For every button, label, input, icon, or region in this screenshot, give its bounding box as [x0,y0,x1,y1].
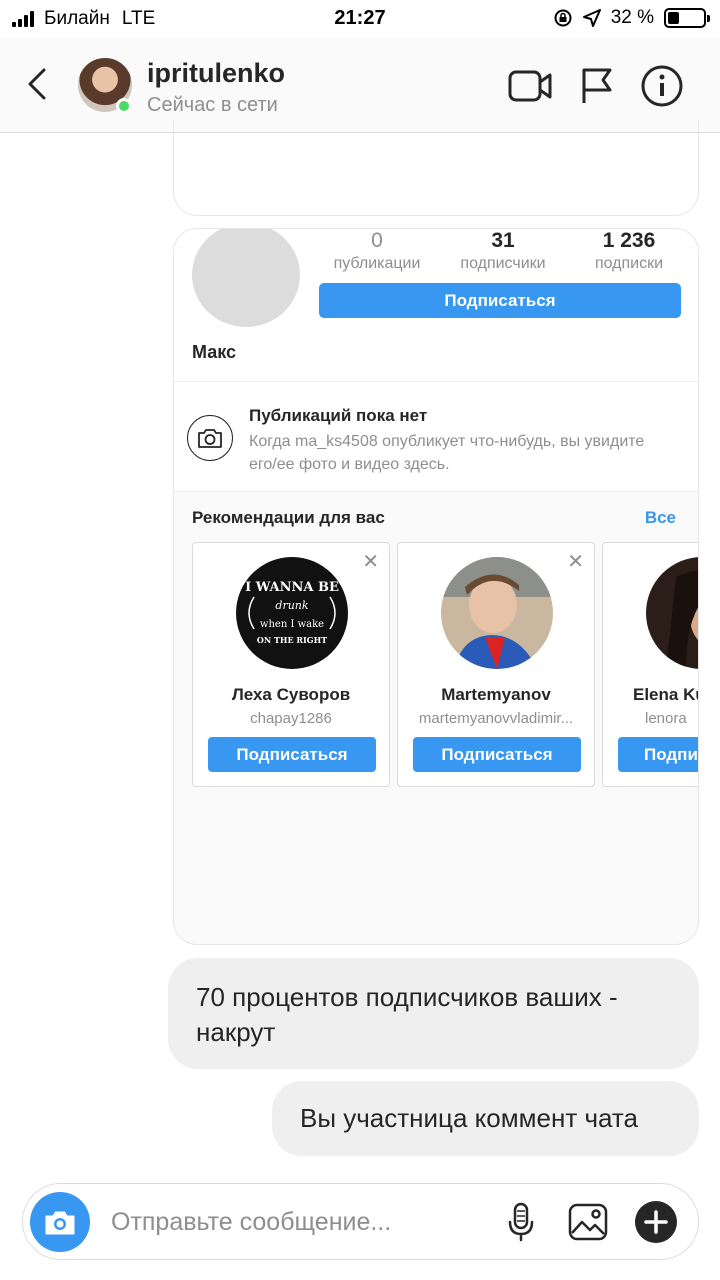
previous-shared-post[interactable] [173,120,699,216]
recommendations-title: Рекомендации для вас [192,508,385,527]
message-bubble[interactable]: Вы участница коммент чата [272,1081,699,1156]
no-posts-description: Когда ma_ks4508 опубликует что-нибудь, в… [249,433,645,473]
avatar-art-text: ON THE RIGHT [257,635,327,645]
follow-button[interactable]: Подписаться [319,283,681,318]
recommendation-handle: lenora [645,710,687,727]
online-indicator [116,98,132,114]
report-button[interactable] [574,66,618,106]
recommendation-avatar[interactable] [441,557,553,669]
stat-value: 1 236 [602,229,656,252]
rotation-lock-icon [554,9,572,27]
presence-status: Сейчас в сети [147,94,278,116]
gallery-icon [568,1203,608,1241]
voice-message-button[interactable] [497,1198,545,1246]
camera-outline-icon [187,415,233,461]
stat-value: 31 [491,229,515,252]
avatar-art-text: when I wake [260,619,324,630]
recommendation-follow-button[interactable]: Подпи [618,737,698,772]
recommendation-card[interactable]: Elena Ku lenora Подпи [602,542,698,787]
battery-percent: 32 % [610,7,654,28]
profile-picture[interactable] [192,229,300,327]
info-button[interactable] [640,65,684,107]
status-right: 32 % [553,7,710,29]
recommendation-avatar[interactable] [646,557,698,669]
stat-value: 0 [371,229,383,252]
stat-following[interactable]: 1 236 подписки [566,229,692,273]
profile-header: 0 публикации 31 подписчики 1 236 подписк… [174,229,698,382]
plus-icon [635,1201,677,1243]
recommendation-handle: martemyanovvladimir... [418,710,574,727]
recommendation-handle: chapay1286 [250,710,332,727]
camera-icon [45,1211,75,1235]
stat-label: подписчики [460,255,546,272]
status-bar: Билайн LTE 21:27 32 % [0,0,720,38]
battery-icon [664,8,710,28]
stat-label: подписки [594,255,664,272]
recommendation-name[interactable]: Elena Ku [633,685,698,705]
more-options-button[interactable] [632,1198,680,1246]
stat-label: публикации [333,255,421,272]
dismiss-icon[interactable]: ✕ [362,549,379,574]
see-all-link[interactable]: Все [645,508,676,528]
dismiss-icon[interactable]: ✕ [567,549,584,574]
shared-profile-card[interactable]: 0 публикации 31 подписчики 1 236 подписк… [173,228,699,945]
video-call-icon [508,70,552,102]
avatar-art-text: drunk [275,599,308,612]
info-icon [641,65,683,107]
stat-posts[interactable]: 0 публикации [314,229,440,273]
profile-name: Макс [192,342,237,362]
battery-fill [668,12,679,24]
no-posts-section: Публикаций пока нет Когда ma_ks4508 опуб… [174,382,698,492]
location-arrow-icon [582,9,601,27]
recommendation-avatar[interactable]: I WANNA BE drunk when I wake ON THE RIGH… [236,557,348,669]
profile-stats: 0 публикации 31 подписчики 1 236 подписк… [314,229,694,273]
back-button[interactable] [22,64,54,104]
stat-followers[interactable]: 31 подписчики [440,229,566,273]
chat-header: ipritulenko Сейчас в сети [0,38,720,133]
avatar-art-text: I WANNA BE [245,580,339,595]
no-posts-title: Публикаций пока нет [249,406,428,425]
recommendation-name[interactable]: Леха Суворов [193,685,389,705]
gallery-button[interactable] [564,1198,612,1246]
back-chevron-icon [28,68,46,100]
message-composer [22,1183,699,1260]
microphone-icon [508,1202,534,1242]
video-call-button[interactable] [508,66,552,106]
recommendation-follow-button[interactable]: Подписаться [208,737,376,772]
message-input[interactable] [111,1204,481,1240]
recommendation-follow-button[interactable]: Подписаться [413,737,581,772]
recommendation-card[interactable]: ✕ I WANNA BE drunk when I wake ON THE RI… [192,542,390,787]
recommendation-name[interactable]: Martemyanov [398,685,594,705]
flag-icon [582,68,612,103]
recommendation-card[interactable]: ✕ Martemyanov martemyanovvladimir... Под… [397,542,595,787]
camera-button[interactable] [30,1192,90,1252]
chat-username[interactable]: ipritulenko [147,58,285,89]
message-bubble[interactable]: 70 процентов подписчиков ваших - накрут [168,958,699,1069]
